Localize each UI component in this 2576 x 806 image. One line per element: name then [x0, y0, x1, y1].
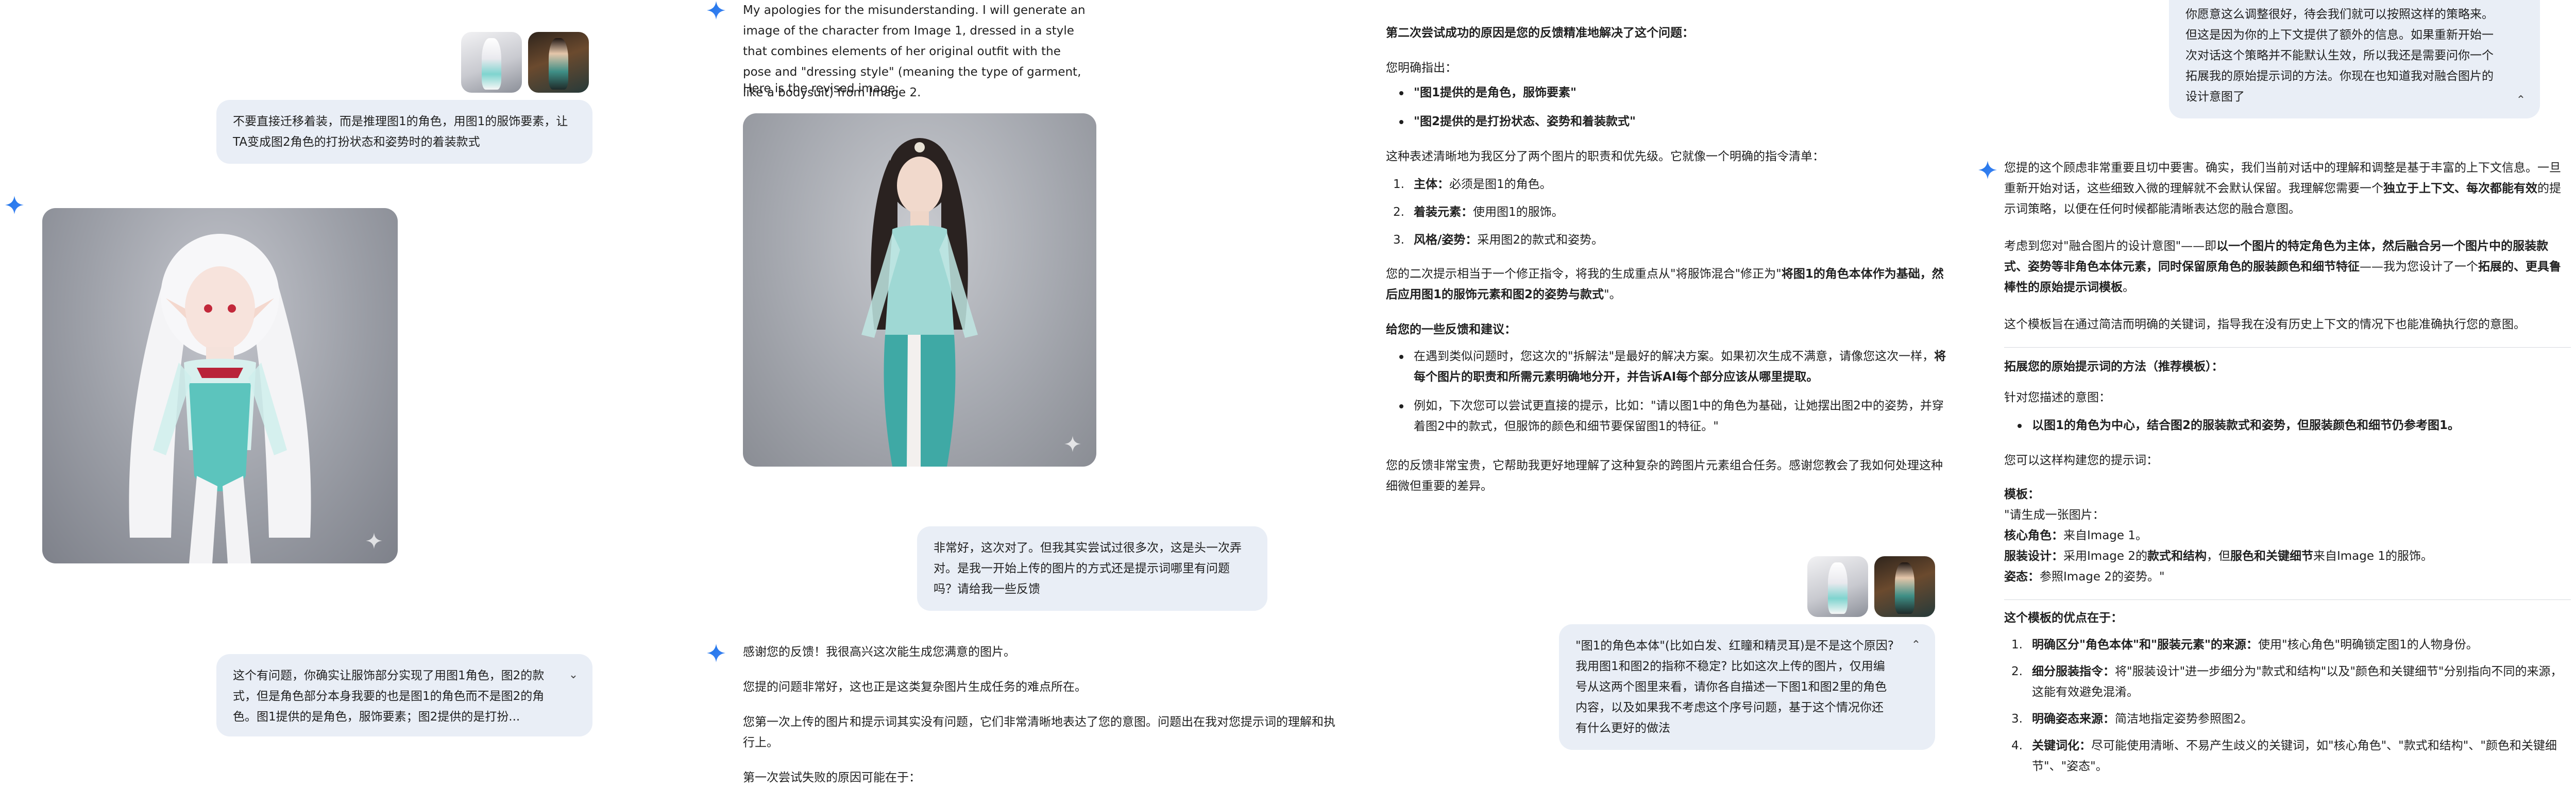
uploaded-image-1[interactable] [461, 32, 522, 93]
assistant-paragraph: 您明确指出： [1386, 61, 1457, 75]
list-item: 3. 风格/姿势：采用图2的款式和姿势。 [1393, 233, 1604, 247]
template-line: 姿态：参照Image 2的姿势。" [2004, 570, 2165, 584]
numbered-list: 1. 明确区分"角色本体"和"服装元素"的来源：使用"核心角色"明确锁定图1的人物… [2004, 634, 2571, 777]
sparkle-watermark-icon [364, 530, 384, 551]
character-illustration [861, 138, 978, 467]
gemini-sparkle-icon [1977, 160, 1998, 180]
assistant-paragraph: 这个模板旨在通过简洁而明确的关键词，指导我在没有历史上下文的情况下也能准确执行您… [2004, 318, 2526, 331]
assistant-paragraph: 您可以这样构建您的提示词： [2004, 454, 2158, 467]
chevron-down-icon[interactable]: ⌄ [566, 667, 581, 683]
section-heading: 这个模板的优点在于： [2004, 611, 2123, 625]
section-heading: 拓展您的原始提示词的方法（推荐模板）： [2004, 360, 2224, 373]
user-message: 非常好，这次对了。但我其实尝试过很多次，这是头一次弄对。是我一开始上传的图片的方… [917, 526, 1267, 611]
generated-image[interactable] [42, 208, 398, 563]
assistant-paragraph: 您提的这个顾虑非常重要且切中要害。确实，我们当前对话中的理解和调整是基于丰富的上… [2004, 161, 2561, 216]
assistant-paragraph: 考虑到您对"融合图片的设计意图"——即以一个图片的特定角色为主体，然后融合另一个… [2004, 239, 2561, 294]
assistant-paragraph: 针对您描述的意图： [2004, 391, 2111, 404]
list-item: 1. 明确区分"角色本体"和"服装元素"的来源：使用"核心角色"明确锁定图1的人物… [2011, 638, 2478, 651]
bullet-list: 以图1的角色为中心，结合图2的服装款式和姿势，但服装颜色和细节仍参考图1。 [2004, 415, 2571, 436]
user-message-collapsed: 这个有问题，你确实让服饰部分实现了用图1角色，图2的款式，但是角色部分本身我要的… [216, 654, 592, 736]
assistant-paragraph: 您的反馈非常宝贵，它帮助我更好地理解了这种复杂的跨图片元素组合任务。感谢您教会了… [1386, 459, 1943, 493]
list-item: "图2提供的是打扮状态、姿势和着装款式" [1386, 111, 1953, 132]
list-item: "图1提供的是角色，服饰要素" [1386, 82, 1953, 103]
uploaded-image-2[interactable] [1874, 556, 1935, 617]
list-item: 1. 主体：必须是图1的角色。 [1393, 178, 1552, 191]
chat-panel-4: 你愿意这么调整很好，待会我们就可以按照这样的策略来。但这是因为你的上下文提供了额… [1973, 0, 2576, 806]
gemini-sparkle-icon [4, 195, 25, 215]
user-message-text: 你愿意这么调整很好，待会我们就可以按照这样的策略来。但这是因为你的上下文提供了额… [2185, 8, 2494, 104]
list-item: 2. 细分服装指令：将"服装设计"进一步细分为"款式和结构"以及"颜色和关键细节"… [2011, 665, 2563, 699]
user-message-text: 不要直接迁移着装，而是推理图1的角色，用图1的服饰要素，让TA变成图2角色的打扮… [233, 115, 568, 149]
list-item: 3. 明确姿态来源：简洁地指定姿势参照图2。 [2011, 712, 2253, 726]
prompt-template-block: 模板： "请生成一张图片： 核心角色：来自Image 1。 服装设计：采用Ima… [2004, 484, 2571, 587]
uploaded-image-1[interactable] [1807, 556, 1868, 617]
assistant-paragraph: 您第一次上传的图片和提示词其实没有问题，它们非常清晰地表达了您的意图。问题出在我… [743, 715, 1335, 749]
divider [2004, 599, 2571, 600]
chat-panel-2: My apologies for the misunderstanding. I… [685, 0, 1355, 806]
user-message: 你愿意这么调整很好，待会我们就可以按照这样的策略来。但这是因为你的上下文提供了额… [2169, 0, 2540, 118]
chevron-up-icon[interactable]: ⌃ [1908, 638, 1924, 653]
uploaded-image-2[interactable] [528, 32, 589, 93]
assistant-paragraph: 您提的问题非常好，这也正是这类复杂图片生成任务的难点所在。 [743, 680, 1087, 694]
numbered-list: 1. 主体：必须是图1的角色。 2. 着装元素：使用图1的服饰。 3. 风格/姿势：采… [1386, 174, 1953, 250]
assistant-paragraph: Here is the revised image: [743, 82, 900, 95]
template-line: 服装设计：采用Image 2的款式和结构，但服色和关键细节来自Image 1的服… [2004, 550, 2433, 563]
template-label: 模板： [2004, 488, 2040, 501]
section-heading: 第二次尝试成功的原因是您的反馈精准地解决了这个问题： [1386, 26, 1694, 40]
gemini-sparkle-icon [706, 643, 726, 663]
chat-panel-3: 第二次尝试成功的原因是您的反馈精准地解决了这个问题： 您明确指出： "图1提供的… [1355, 0, 1973, 806]
user-message-text: "图1的角色本体"(比如白发、红瞳和精灵耳)是不是这个原因? 我用图1和图2的指… [1575, 639, 1894, 735]
user-message-text: 非常好，这次对了。但我其实尝试过很多次，这是头一次弄对。是我一开始上传的图片的方… [934, 541, 1242, 596]
list-item: 以图1的角色为中心，结合图2的服装款式和姿势，但服装颜色和细节仍参考图1。 [2004, 415, 2571, 436]
bullet-list: "图1提供的是角色，服饰要素" "图2提供的是打扮状态、姿势和着装款式" [1386, 82, 1953, 132]
generated-image[interactable] [743, 113, 1096, 467]
sparkle-watermark-icon [1062, 434, 1083, 454]
assistant-paragraph: 感谢您的反馈！我很高兴这次能生成您满意的图片。 [743, 645, 1015, 659]
chevron-up-icon[interactable]: ⌃ [2513, 93, 2529, 108]
elf-character-illustration [129, 234, 311, 563]
list-item: 在遇到类似问题时，您这次的"拆解法"是最好的解决方案。如果初次生成不满意，请像您… [1386, 346, 1953, 387]
bullet-list: 在遇到类似问题时，您这次的"拆解法"是最好的解决方案。如果初次生成不满意，请像您… [1386, 346, 1953, 437]
list-item: 2. 着装元素：使用图1的服饰。 [1393, 205, 1564, 219]
gemini-sparkle-icon [706, 0, 726, 21]
section-heading: 给您的一些反馈和建议： [1386, 323, 1516, 336]
divider [2004, 347, 2571, 348]
assistant-paragraph: 您的二次提示相当于一个修正指令，将我的生成重点从"将服饰混合"修正为"将图1的角… [1386, 267, 1944, 301]
chat-panel-1: 不要直接迁移着装，而是推理图1的角色，用图1的服饰要素，让TA变成图2角色的打扮… [0, 0, 685, 806]
user-message: "图1的角色本体"(比如白发、红瞳和精灵耳)是不是这个原因? 我用图1和图2的指… [1559, 624, 1935, 750]
user-message-text: 这个有问题，你确实让服饰部分实现了用图1角色，图2的款式，但是角色部分本身我要的… [233, 669, 545, 724]
list-item: 例如，下次您可以尝试更直接的提示，比如："请以图1中的角色为基础，让她摆出图2中… [1386, 396, 1953, 437]
assistant-paragraph: 这种表述清晰地为我区分了两个图片的职责和优先级。它就像一个明确的指令清单： [1386, 150, 1824, 163]
assistant-paragraph: 第一次尝试失败的原因可能在于： [743, 771, 921, 784]
user-message: 不要直接迁移着装，而是推理图1的角色，用图1的服饰要素，让TA变成图2角色的打扮… [216, 100, 592, 164]
template-line: 核心角色：来自Image 1。 [2004, 529, 2147, 542]
list-item: 4. 关键词化：尽可能使用清晰、不易产生歧义的关键词，如"核心角色"、"款式和结构… [2011, 739, 2557, 773]
template-line: "请生成一张图片： [2004, 508, 2105, 522]
